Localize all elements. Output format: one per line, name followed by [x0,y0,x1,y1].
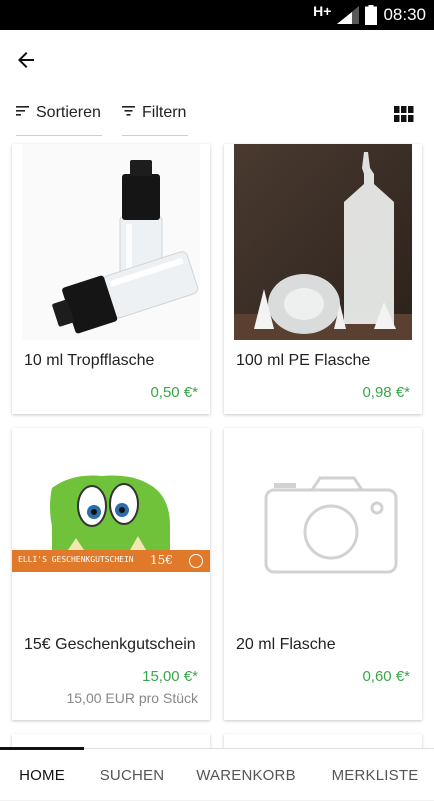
product-image: ELLI'S GESCHENKGUTSCHEIN 15€ [12,428,210,624]
voucher-banner-text: ELLI'S GESCHENKGUTSCHEIN [18,555,134,564]
grid-view-icon[interactable] [394,104,414,124]
product-unit-price: 15,00 EUR pro Stück [66,690,198,706]
product-image [234,144,412,340]
nav-cart[interactable]: WARENKORB [190,749,302,801]
product-price: 0,60 €* [362,668,410,685]
bottom-navigation: HOME SUCHEN WARENKORB MERKLISTE [0,747,434,801]
camera-icon [234,428,412,624]
product-price: 0,50 €* [150,384,198,401]
sort-icon [16,104,30,122]
voucher-banner-value: 15€ [150,553,173,567]
battery-icon [365,5,378,25]
product-card[interactable]: 10 ml Tropfflasche 0,50 €* [12,144,210,414]
product-card[interactable]: 20 ml Flasche 0,60 €* [224,428,422,720]
filter-icon [122,104,136,122]
status-bar: H+ 08:30 [0,0,434,30]
filter-label: Filtern [142,103,187,121]
voucher-logo-icon [189,554,203,568]
product-price: 0,98 €* [362,384,410,401]
product-grid: 10 ml Tropfflasche 0,50 €* 100 ml PE Fla… [0,136,434,748]
product-name: 10 ml Tropfflasche [24,352,155,369]
sort-label: Sortieren [36,103,101,121]
product-price: 15,00 €* [142,668,198,685]
clock: 08:30 [383,5,426,24]
product-card[interactable]: 100 ml PE Flasche 0,98 €* [224,144,422,414]
product-image [22,144,200,340]
product-card[interactable] [12,734,210,748]
product-name: 100 ml PE Flasche [236,352,371,369]
product-name: 15€ Geschenkgutschein [24,636,196,653]
product-name: 20 ml Flasche [236,636,336,653]
product-card[interactable]: ELLI'S GESCHENKGUTSCHEIN 15€ 15€ Geschen… [12,428,210,720]
nav-home[interactable]: HOME [0,747,84,801]
signal-icon [337,6,360,24]
nav-wishlist[interactable]: MERKLISTE [322,749,428,801]
app-bar [0,30,434,90]
list-toolbar: Sortieren Filtern [0,90,434,136]
product-card[interactable] [224,734,422,748]
network-type: H+ [313,3,332,19]
filter-button[interactable]: Filtern [122,90,188,136]
nav-search[interactable]: SUCHEN [90,749,174,801]
sort-button[interactable]: Sortieren [16,90,102,136]
back-arrow-icon[interactable] [14,48,38,72]
